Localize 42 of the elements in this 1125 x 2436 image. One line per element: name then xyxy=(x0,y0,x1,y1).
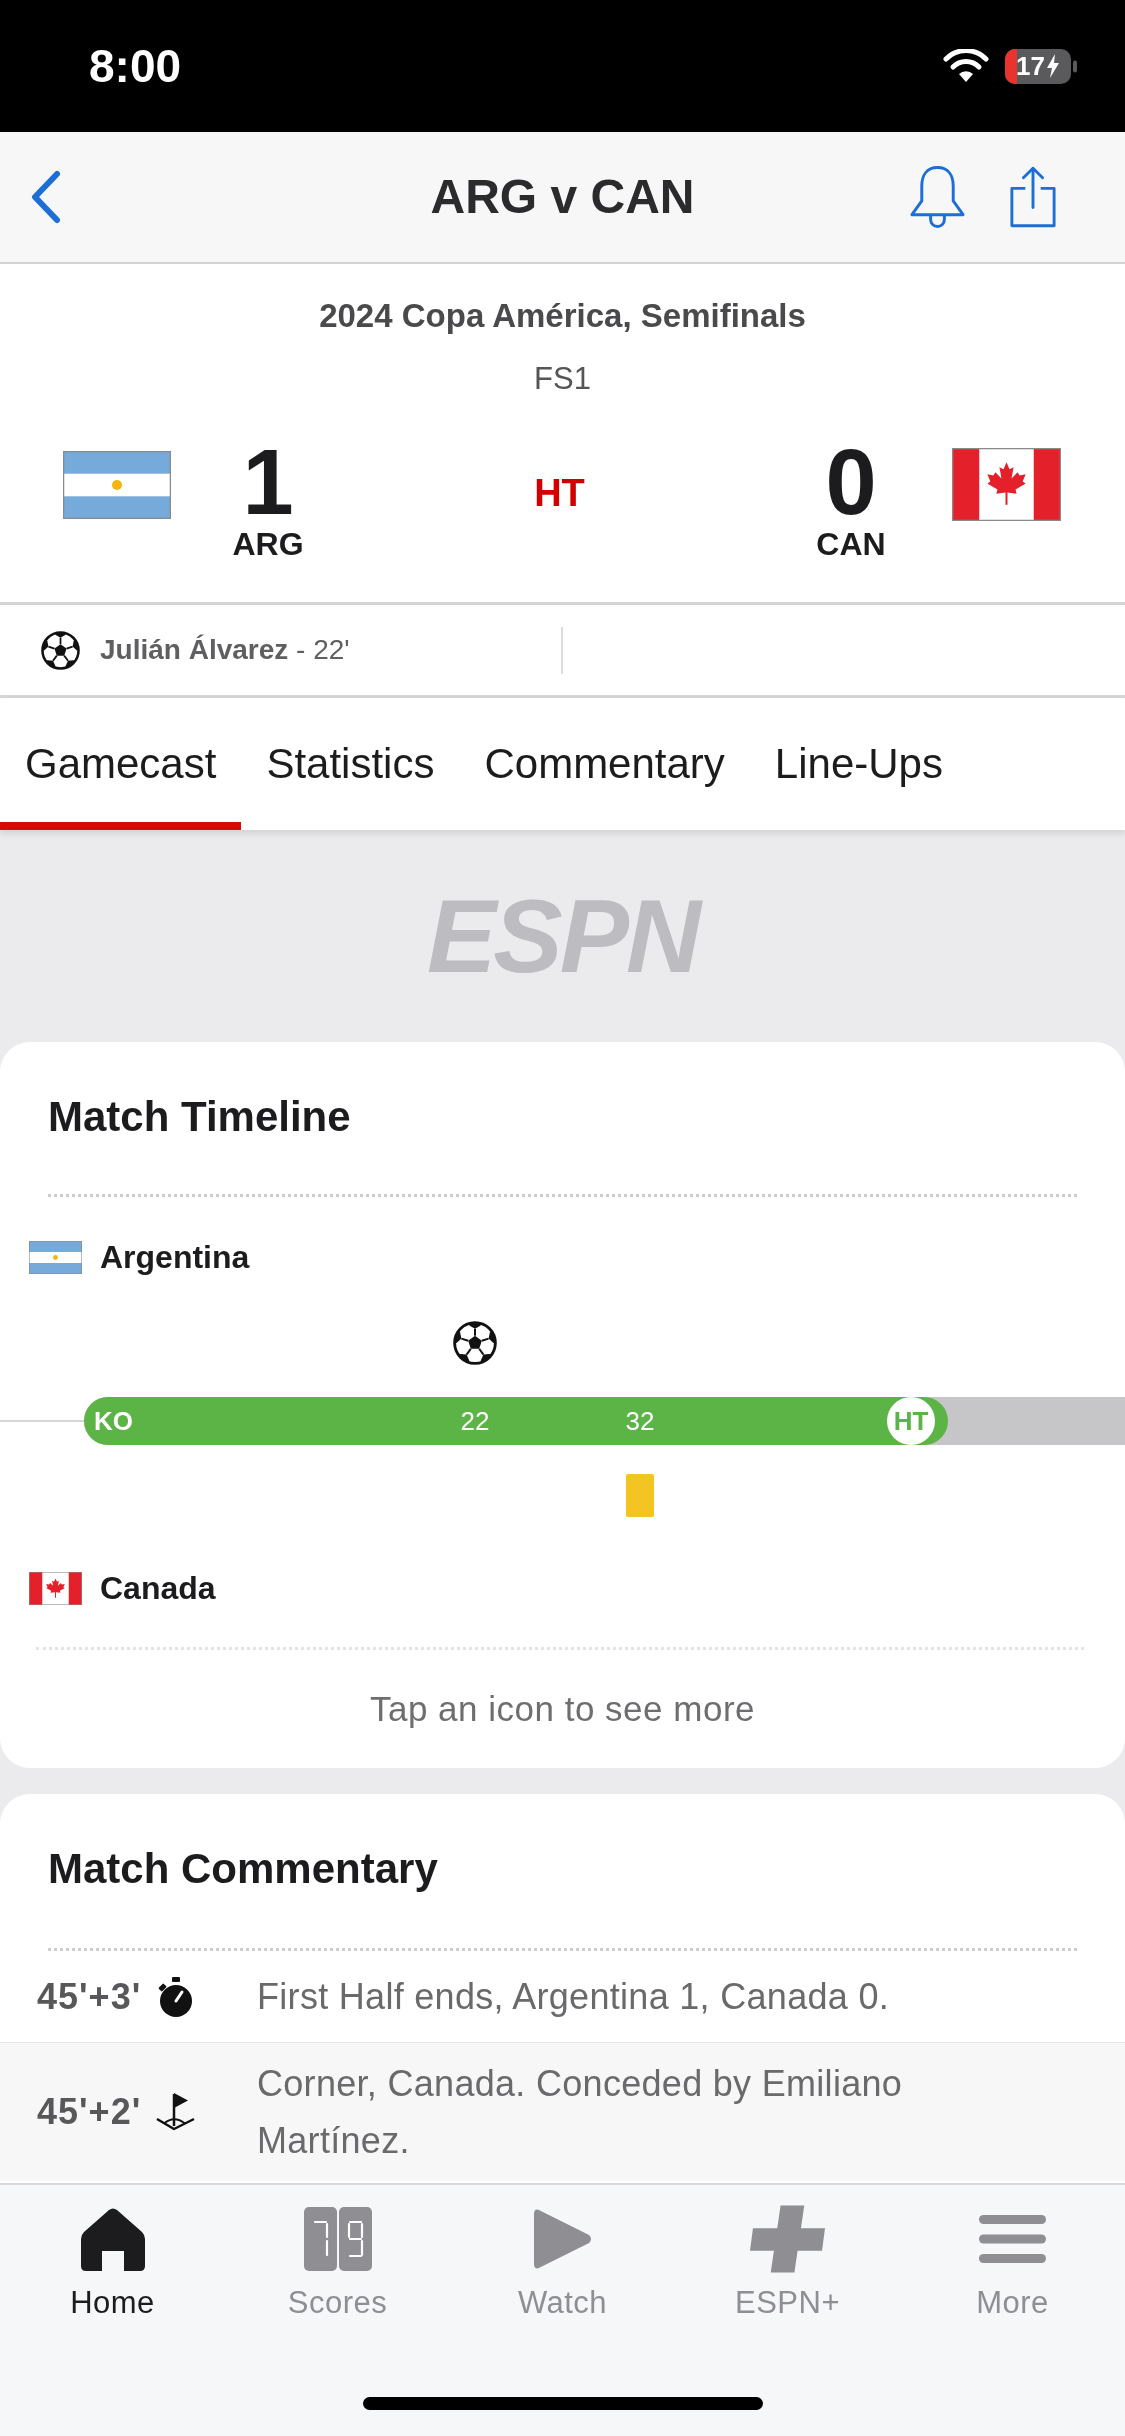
page-title: ARG v CAN xyxy=(430,169,695,225)
share-icon[interactable] xyxy=(1009,164,1057,230)
flag-icon xyxy=(63,451,171,519)
soccer-ball-icon xyxy=(41,630,80,670)
card-title: Match Timeline xyxy=(47,1093,352,1141)
team-score: 0 xyxy=(825,442,877,522)
menu-icon xyxy=(979,2215,1046,2263)
goal-scorer: Julián Álvarez - 22' xyxy=(100,633,350,667)
team-name: Canada xyxy=(100,1569,216,1607)
event-time: 45'+2' xyxy=(36,2090,143,2134)
minute-label: 22 xyxy=(460,1406,490,1436)
event-time: 45'+3' xyxy=(36,1974,143,2019)
kickoff-label: KO xyxy=(94,1406,133,1436)
broadcast-channel: FS1 xyxy=(534,361,591,397)
team-abbreviation: ARG xyxy=(232,526,304,562)
flag-icon xyxy=(29,1571,82,1605)
battery-percent: 17 xyxy=(1016,51,1045,81)
section-tab[interactable]: Commentary xyxy=(459,698,750,830)
battery-icon xyxy=(1005,48,1077,84)
soccer-ball-icon[interactable] xyxy=(453,1321,497,1365)
competition-title: 2024 Copa América, Semifinals xyxy=(319,296,806,336)
hint-text: Tap an icon to see more xyxy=(369,1690,756,1728)
tab-bar-item[interactable]: Home xyxy=(0,2205,225,2321)
match-status: HT xyxy=(534,471,585,515)
minute-label: 32 xyxy=(625,1406,655,1436)
commentary-text: Corner, Canada. Conceded by Emiliano Martínez. xyxy=(257,2062,904,2163)
section-tab[interactable]: Statistics xyxy=(241,698,460,830)
status-time: 8:00 xyxy=(89,40,182,92)
flag-icon xyxy=(29,1240,82,1274)
section-tab[interactable]: Line-Ups xyxy=(749,698,968,830)
team-score: 1 xyxy=(242,442,294,522)
scoreboard-icon xyxy=(303,2207,372,2271)
plus-icon xyxy=(750,2205,825,2273)
flag-icon xyxy=(952,448,1061,521)
notification-bell-icon[interactable] xyxy=(909,164,966,230)
team-name: Argentina xyxy=(100,1238,250,1276)
section-tab[interactable]: Gamecast xyxy=(0,698,242,830)
commentary-text: First Half ends, Argentina 1, Canada 0. xyxy=(257,1975,891,2019)
wifi-icon xyxy=(943,49,989,83)
team-abbreviation: CAN xyxy=(816,526,886,562)
card-title: Match Commentary xyxy=(47,1845,439,1893)
charging-bolt-icon xyxy=(1045,54,1060,78)
